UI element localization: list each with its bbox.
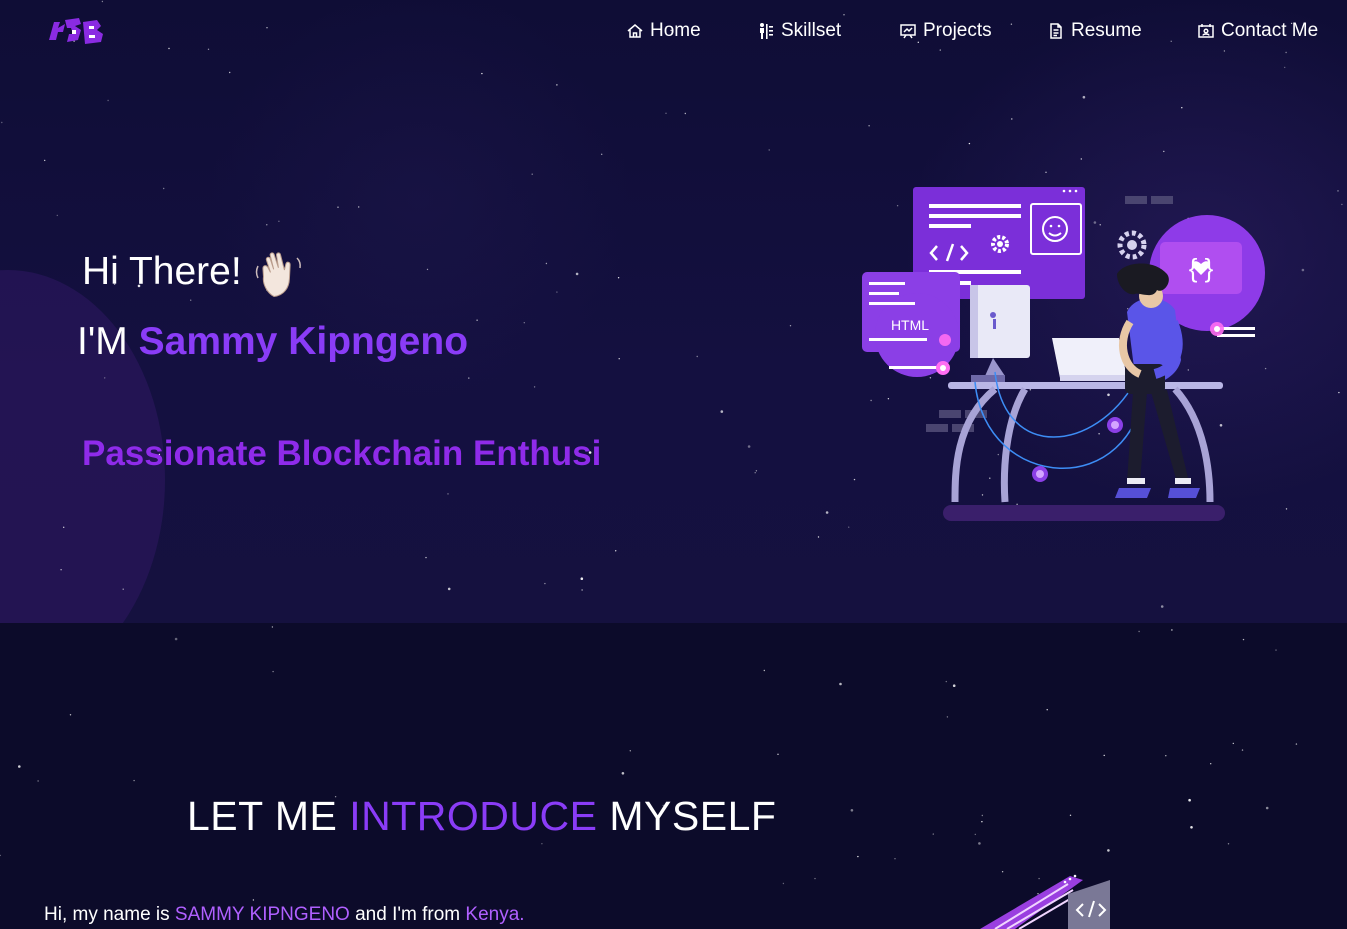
intro-text-part2: and I'm from bbox=[355, 904, 461, 925]
nav-contact-label: Contact Me bbox=[1221, 20, 1319, 41]
hero-name: Sammy Kipngeno bbox=[138, 320, 469, 363]
developer-illustration: HTML { } bbox=[862, 187, 1265, 521]
nav-projects-label: Projects bbox=[923, 20, 992, 41]
intro-text-part1: Hi, my name is bbox=[44, 904, 170, 925]
hero-greeting: Hi There! bbox=[82, 250, 242, 293]
nav-projects[interactable]: Projects bbox=[899, 18, 992, 44]
nav-resume-label: Resume bbox=[1071, 20, 1142, 41]
about-section bbox=[0, 623, 1347, 929]
im-prefix: I'M bbox=[77, 320, 128, 363]
nav-skillset-label: Skillset bbox=[781, 20, 842, 41]
waving-hand-icon bbox=[255, 252, 301, 298]
contact-icon bbox=[1198, 24, 1214, 38]
intro-heading-part1: LET ME bbox=[187, 793, 338, 839]
intro-text-name: SAMMY KIPNGENO bbox=[174, 904, 350, 925]
intro-text-place: Kenya. bbox=[465, 904, 525, 925]
intro-heading-highlight: INTRODUCE bbox=[349, 793, 598, 839]
code-window-illustration bbox=[980, 874, 1110, 929]
intro-paragraph: Hi, my name is SAMMY KIPNGENO and I'm fr… bbox=[44, 904, 525, 926]
navbar: Home Skillset Projects Resume Contact Me bbox=[0, 0, 1347, 64]
nav-resume[interactable]: Resume bbox=[1047, 18, 1142, 44]
nav-skillset[interactable]: Skillset bbox=[757, 18, 841, 44]
logo[interactable] bbox=[45, 14, 109, 48]
nav-home[interactable]: Home bbox=[626, 18, 701, 44]
nav-home-label: Home bbox=[650, 20, 701, 41]
projects-icon bbox=[900, 24, 916, 39]
typed-tagline: Passionate Blockchain Enthusi bbox=[82, 434, 602, 473]
intro-heading-part2: MYSELF bbox=[609, 793, 777, 839]
html-tag-label: HTML bbox=[891, 317, 929, 333]
resume-icon bbox=[1050, 23, 1062, 39]
hero-name-line: I'M Sammy Kipngeno bbox=[77, 320, 468, 364]
nav-contact[interactable]: Contact Me bbox=[1197, 18, 1318, 44]
home-icon bbox=[627, 24, 643, 38]
intro-heading: LET ME INTRODUCE MYSELF bbox=[187, 793, 776, 840]
skillset-icon bbox=[760, 23, 773, 39]
